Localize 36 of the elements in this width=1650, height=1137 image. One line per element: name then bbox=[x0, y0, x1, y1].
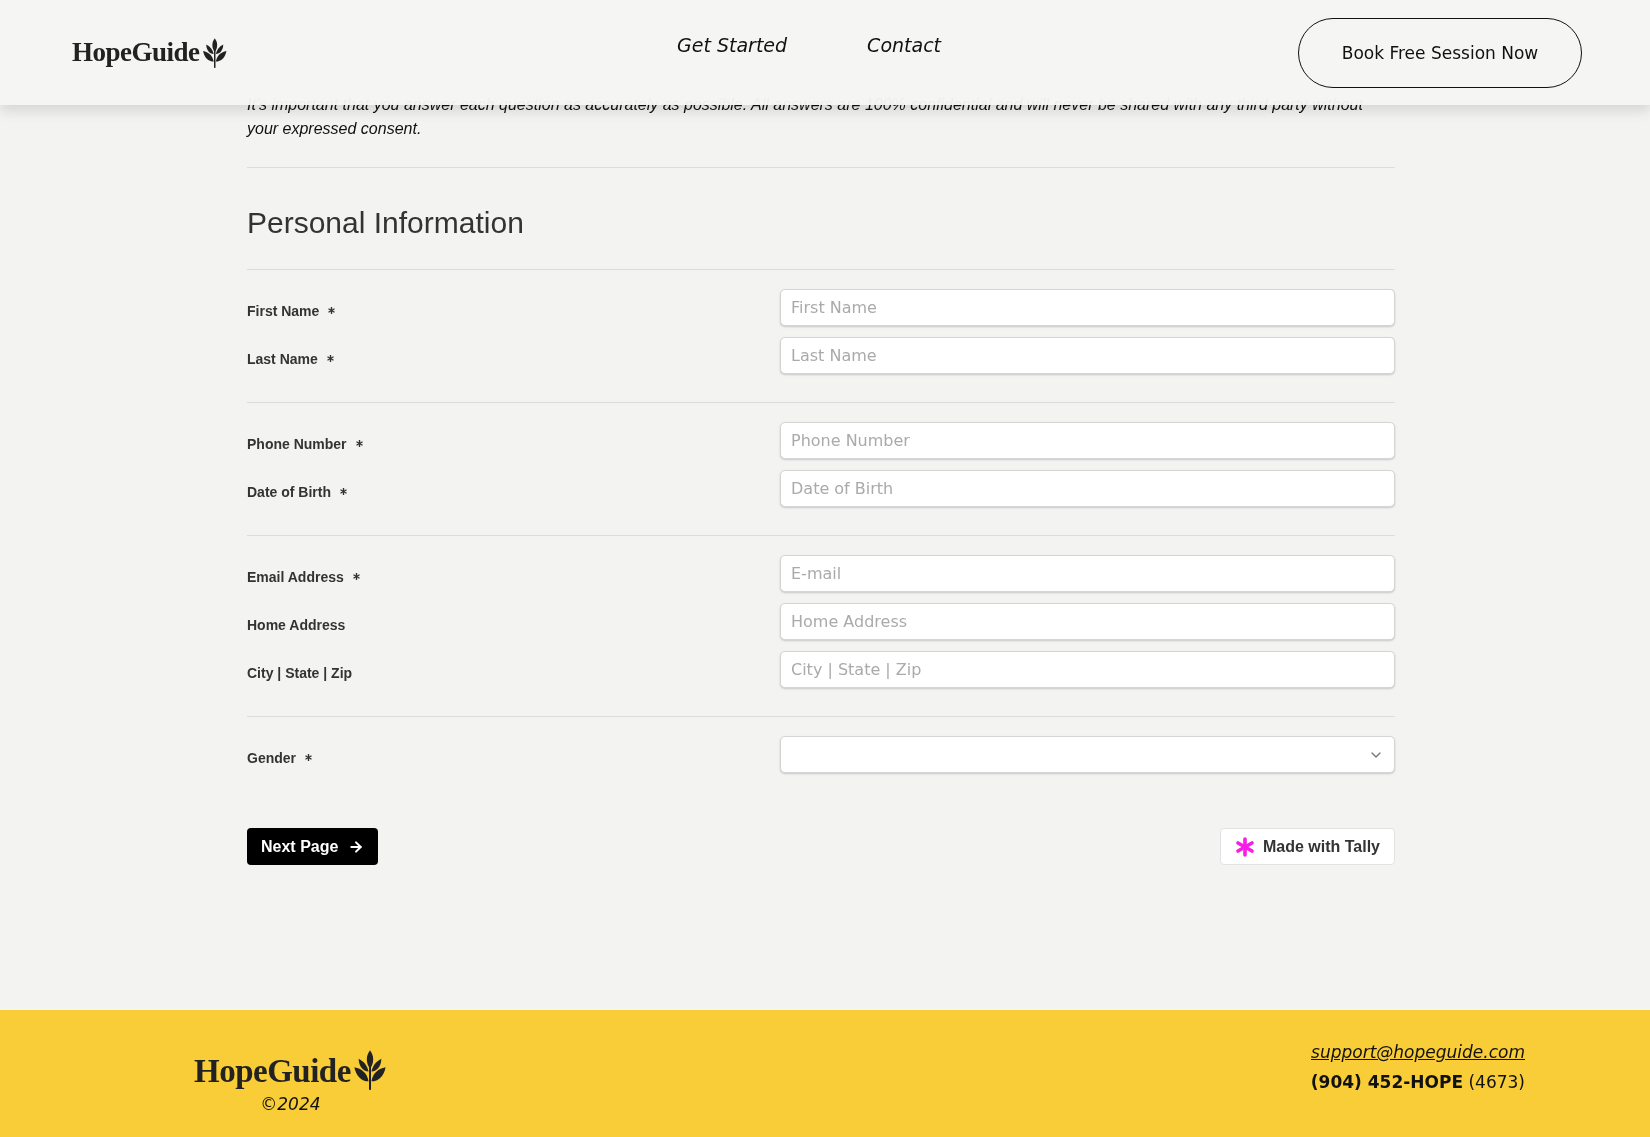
required-icon bbox=[326, 355, 334, 362]
required-icon bbox=[328, 307, 336, 314]
next-page-button[interactable]: Next Page bbox=[247, 828, 379, 865]
text-field[interactable]: Home Address bbox=[780, 603, 1395, 640]
field-label: Date of Birth bbox=[247, 483, 331, 500]
text-field[interactable]: First Name bbox=[780, 289, 1395, 326]
phone-number: (904) 452-HOPE (4673) bbox=[1310, 1072, 1525, 1092]
leaf-icon bbox=[201, 38, 228, 68]
required-icon bbox=[355, 440, 363, 447]
field-label: Email Address bbox=[247, 568, 344, 585]
text-field[interactable]: Phone Number bbox=[780, 422, 1395, 459]
required-icon bbox=[305, 754, 312, 761]
copyright-text: ©2024 bbox=[260, 1094, 321, 1114]
email-link[interactable]: support@hopeguide.com bbox=[1311, 1042, 1525, 1062]
made-with-tally-badge[interactable]: Made with Tally bbox=[1219, 828, 1395, 865]
asterisk-icon bbox=[1234, 836, 1255, 857]
text-field[interactable]: E-mail bbox=[780, 555, 1395, 592]
required-icon bbox=[352, 573, 360, 580]
logo-text: HopeGuide bbox=[194, 1053, 351, 1090]
nav-link[interactable]: Contact bbox=[867, 34, 942, 56]
intro-text: It's important that you answer each question as accurately as possible. All answers are 100% confidential and will never be shared with any third party without your expressed consent. bbox=[247, 95, 1365, 139]
dropdown-field[interactable] bbox=[780, 736, 1395, 773]
field-label: Home Address bbox=[247, 616, 346, 633]
nav-link[interactable]: Get Started bbox=[677, 34, 788, 56]
text-field[interactable]: Date of Birth bbox=[780, 470, 1395, 507]
field-label: Gender bbox=[247, 749, 296, 766]
field-label: Phone Number bbox=[247, 435, 347, 452]
logo-text: HopeGuide bbox=[72, 37, 200, 68]
text-field[interactable]: City | State | Zip bbox=[780, 651, 1395, 688]
required-icon bbox=[340, 488, 347, 495]
field-label: First Name bbox=[247, 302, 320, 319]
leaf-icon bbox=[352, 1050, 387, 1090]
text-field[interactable]: Last Name bbox=[780, 337, 1395, 374]
field-label: Last Name bbox=[247, 350, 318, 367]
section-heading: Personal Information bbox=[247, 205, 525, 241]
field-label: City | State | Zip bbox=[247, 664, 353, 681]
